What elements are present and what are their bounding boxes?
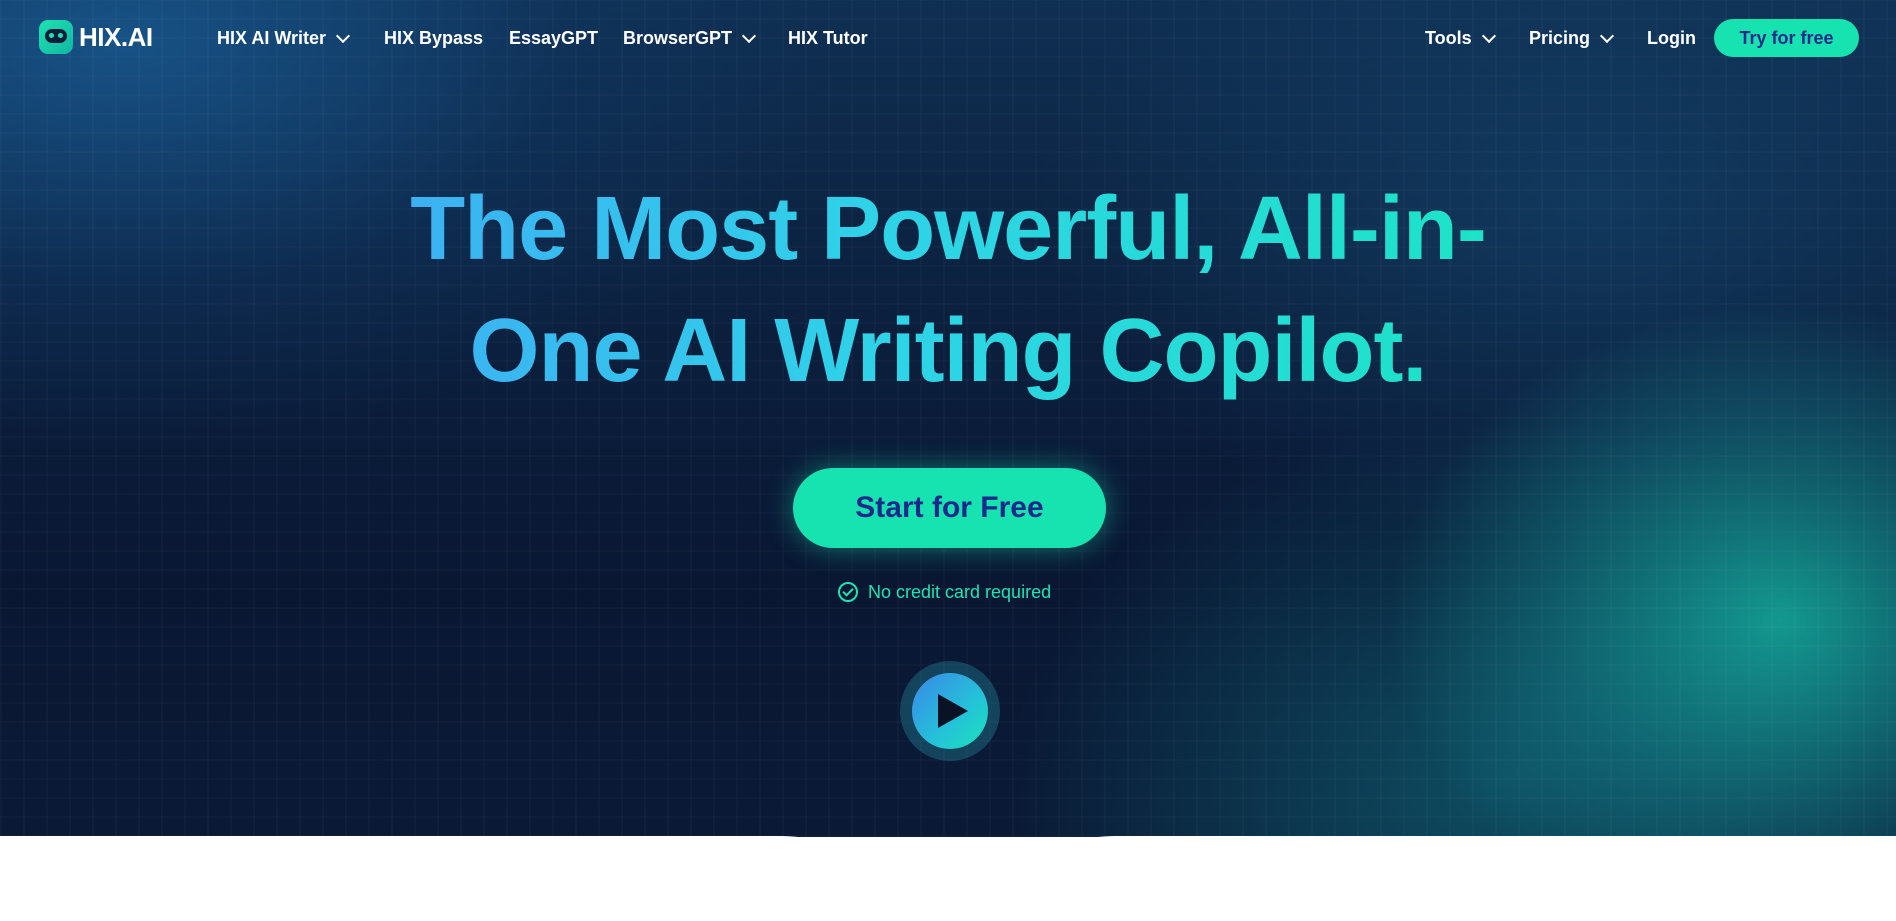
nav-item-label: HIX Tutor	[788, 27, 868, 48]
chevron-down-icon	[335, 28, 351, 43]
nav-item-hix-tutor[interactable]: HIX Tutor	[788, 24, 868, 52]
logo-link[interactable]: HIX.AI	[39, 20, 153, 54]
check-circle-icon	[838, 582, 858, 602]
nav-item-label: BrowserGPT	[623, 27, 733, 48]
play-video-button[interactable]	[900, 661, 1000, 761]
no-credit-card-note: No credit card required	[838, 580, 1068, 604]
nav-item-pricing[interactable]: Pricing	[1529, 24, 1615, 52]
logo-icon	[39, 20, 73, 54]
no-credit-card-text: No credit card required	[868, 581, 1052, 602]
section-divider	[0, 836, 1896, 921]
chevron-down-icon	[741, 28, 757, 43]
nav-item-label: HIX AI Writer	[217, 27, 327, 48]
start-for-free-button[interactable]: Start for Free	[793, 468, 1106, 548]
nav-item-label: HIX Bypass	[384, 27, 484, 48]
hero-section: HIX.AI HIX AI Writer HIX Bypass EssayGPT…	[0, 0, 1896, 837]
nav-item-browsergpt[interactable]: BrowserGPT	[623, 24, 757, 52]
page: HIX.AI HIX AI Writer HIX Bypass EssayGPT…	[0, 0, 1896, 921]
nav-item-hix-bypass[interactable]: HIX Bypass	[384, 24, 483, 52]
play-icon	[938, 694, 968, 728]
chevron-down-icon	[1599, 28, 1615, 43]
headline-line-1: The Most Powerful, All-in-	[410, 179, 1486, 279]
nav-item-tools[interactable]: Tools	[1425, 24, 1496, 52]
hero-headline: The Most Powerful, All-in- One AI Writin…	[300, 168, 1596, 412]
headline-line-2: One AI Writing Copilot.	[469, 301, 1427, 401]
chevron-down-icon	[1481, 28, 1496, 43]
nav-item-label: EssayGPT	[509, 27, 599, 48]
nav-item-label: Pricing	[1529, 27, 1591, 48]
nav-item-hix-ai-writer[interactable]: HIX AI Writer	[217, 24, 351, 52]
nav-item-login[interactable]: Login	[1647, 24, 1696, 52]
logo-text: HIX.AI	[79, 21, 153, 52]
nav-item-essaygpt[interactable]: EssayGPT	[509, 24, 598, 52]
nav-item-label: Tools	[1425, 27, 1472, 48]
top-navigation: HIX.AI HIX AI Writer HIX Bypass EssayGPT…	[0, 0, 1896, 76]
try-for-free-button[interactable]: Try for free	[1714, 19, 1859, 57]
nav-item-label: Login	[1647, 27, 1696, 48]
play-button-inner	[912, 673, 988, 749]
